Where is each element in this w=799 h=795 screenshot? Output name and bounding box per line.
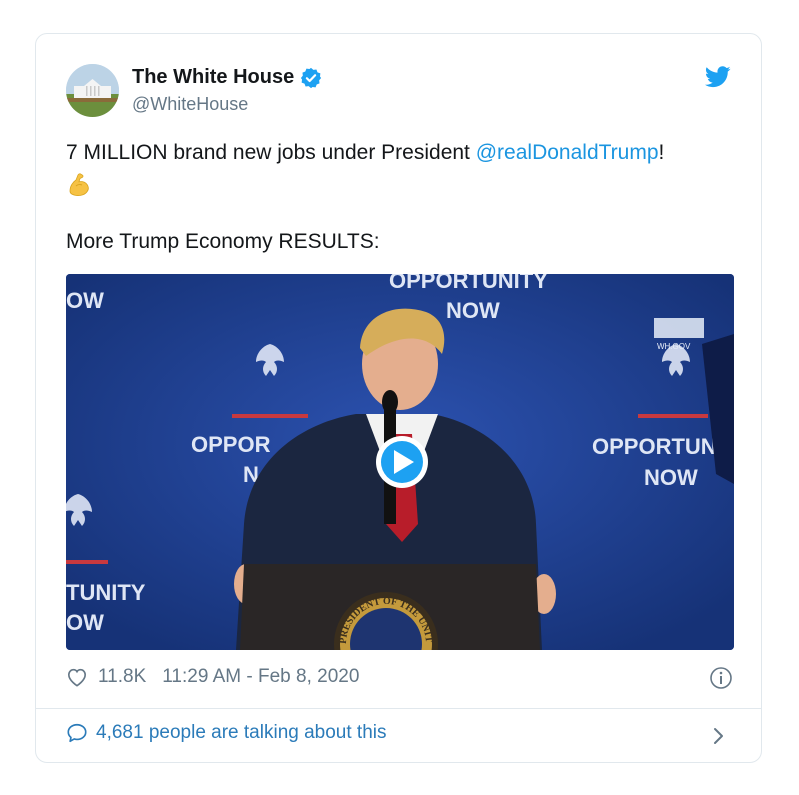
tweet-meta: 11.8K 11:29 AM - Feb 8, 2020 bbox=[66, 666, 359, 688]
backdrop-text-mid-right: OPPORTUNI bbox=[592, 434, 723, 459]
backdrop-text-bottom-left-now: OW bbox=[66, 610, 104, 635]
conversation-link[interactable]: 4,681 people are talking about this bbox=[66, 722, 387, 744]
svg-text:WH.GOV: WH.GOV bbox=[657, 342, 691, 351]
avatar[interactable] bbox=[66, 64, 119, 117]
mention-link[interactable]: @realDonaldTrump bbox=[476, 141, 659, 164]
white-house-avatar-icon bbox=[66, 64, 119, 117]
divider bbox=[36, 708, 761, 709]
video-player[interactable]: OW OPPORTUNITY NOW OPPOR N OPPORTUNI NOW… bbox=[66, 274, 734, 650]
account-name-row[interactable]: The White House bbox=[132, 66, 322, 89]
tweet-text-main: 7 MILLION brand new jobs under President bbox=[66, 141, 476, 164]
tweet-card: The White House @WhiteHouse 7 MILLION br… bbox=[35, 33, 762, 763]
tweet-text-line2: More Trump Economy RESULTS: bbox=[66, 230, 380, 253]
talking-count-text[interactable]: 4,681 people are talking about this bbox=[96, 722, 387, 744]
backdrop-text-bottom-left: TUNITY bbox=[66, 580, 146, 605]
tweet-text-end: ! bbox=[658, 141, 665, 164]
backdrop-text-top-center: OPPORTUNITY bbox=[389, 274, 548, 293]
flexed-biceps-icon bbox=[69, 173, 89, 196]
play-button[interactable] bbox=[376, 436, 428, 488]
backdrop-text-mid-left: OPPOR bbox=[191, 432, 271, 457]
verified-badge-icon bbox=[301, 67, 322, 88]
video-thumbnail: OW OPPORTUNITY NOW OPPOR N OPPORTUNI NOW… bbox=[66, 274, 734, 650]
backdrop-text-top-now: NOW bbox=[446, 298, 500, 323]
account-name[interactable]: The White House bbox=[132, 66, 294, 89]
like-count[interactable]: 11.8K bbox=[98, 666, 146, 688]
backdrop-text-mid-right-now: NOW bbox=[644, 465, 698, 490]
info-icon[interactable] bbox=[709, 666, 733, 690]
account-handle[interactable]: @WhiteHouse bbox=[132, 94, 248, 115]
comment-bubble-icon bbox=[67, 723, 87, 743]
chevron-right-icon[interactable] bbox=[711, 724, 727, 748]
backdrop-text-top-left: OW bbox=[66, 288, 104, 313]
twitter-bird-icon[interactable] bbox=[705, 66, 731, 88]
heart-icon[interactable] bbox=[66, 667, 88, 687]
timestamp[interactable]: 11:29 AM - Feb 8, 2020 bbox=[162, 666, 359, 688]
tweet-text: 7 MILLION brand new jobs under President… bbox=[66, 137, 736, 199]
